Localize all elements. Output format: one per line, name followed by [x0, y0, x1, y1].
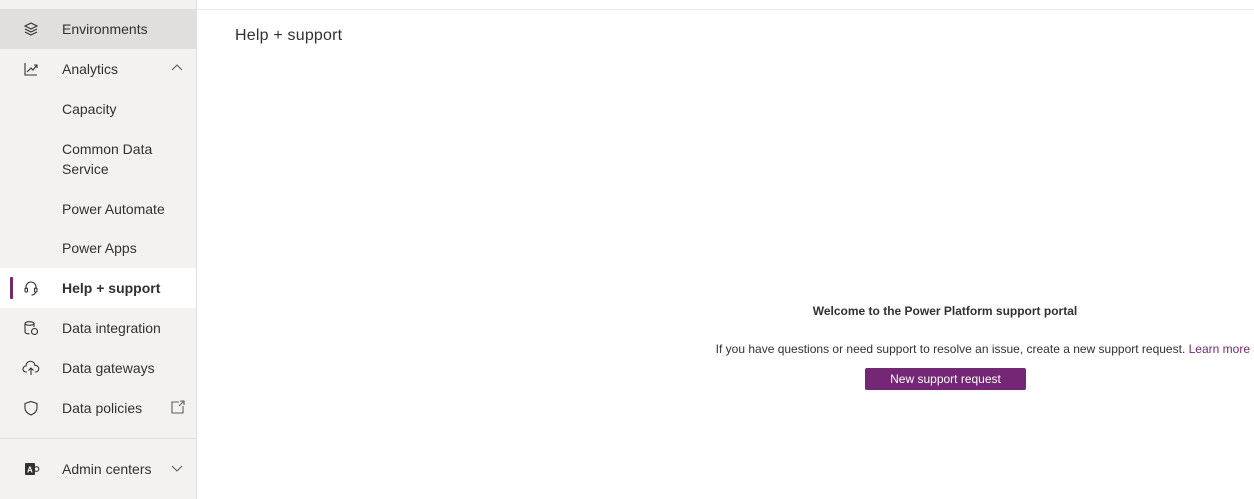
chart-icon: [24, 63, 38, 76]
sidebar-divider: [0, 438, 196, 439]
headset-icon: [24, 281, 38, 296]
layers-icon: [23, 22, 39, 36]
sidebar-item-label: Analytics: [62, 61, 119, 77]
sidebar-item-label-line-1: Common Data: [62, 141, 153, 157]
sidebar-item-admin-centers[interactable]: A Admin centers: [0, 449, 196, 489]
page-title: Help + support: [235, 27, 343, 44]
sidebar-item-common-data-service[interactable]: Common Data Service: [0, 129, 196, 189]
sidebar-item-label: Data integration: [62, 320, 161, 336]
support-description: If you have questions or need support to…: [640, 342, 1250, 356]
sidebar-item-label: Data policies: [62, 400, 143, 416]
chevron-up-icon: [171, 64, 183, 71]
sidebar-item-label: Capacity: [62, 101, 117, 117]
selection-indicator: [10, 277, 13, 299]
sidebar-item-label: Data gateways: [62, 360, 155, 376]
welcome-heading: Welcome to the Power Platform support po…: [812, 304, 1078, 318]
learn-more-link[interactable]: Learn more: [1189, 342, 1250, 356]
shield-icon: [24, 400, 38, 416]
sidebar-item-power-automate[interactable]: Power Automate: [0, 189, 196, 229]
external-link-icon: [171, 400, 185, 414]
sidebar-item-data-gateways[interactable]: Data gateways: [0, 348, 196, 388]
sidebar-item-data-integration[interactable]: Data integration: [0, 308, 196, 348]
sidebar-item-capacity[interactable]: Capacity: [0, 89, 196, 129]
svg-text:A: A: [27, 466, 33, 475]
sidebar-item-analytics[interactable]: Analytics: [0, 49, 196, 89]
sidebar-item-label: Power Automate: [62, 201, 165, 217]
chevron-down-icon: [171, 465, 183, 472]
sidebar-item-label-line-2: Service: [62, 161, 109, 177]
admin-icon: A: [25, 463, 40, 475]
database-sync-icon: [24, 321, 39, 336]
sidebar-item-label: Admin centers: [62, 461, 152, 477]
cloud-gateway-icon: [22, 360, 40, 375]
sidebar-item-label: Power Apps: [62, 240, 137, 256]
support-description-text: If you have questions or need support to…: [715, 342, 1186, 356]
sidebar-item-help-support[interactable]: Help + support: [0, 268, 196, 308]
left-navigation: Environments Analytics Capacity Common D…: [0, 0, 197, 499]
sidebar-item-environments[interactable]: Environments: [0, 9, 196, 49]
sidebar-item-power-apps[interactable]: Power Apps: [0, 228, 196, 268]
sidebar-item-data-policies[interactable]: Data policies: [0, 388, 196, 428]
sidebar-item-label: Environments: [62, 21, 148, 37]
sidebar-item-label: Help + support: [62, 280, 161, 296]
new-support-request-button[interactable]: New support request: [865, 368, 1026, 390]
